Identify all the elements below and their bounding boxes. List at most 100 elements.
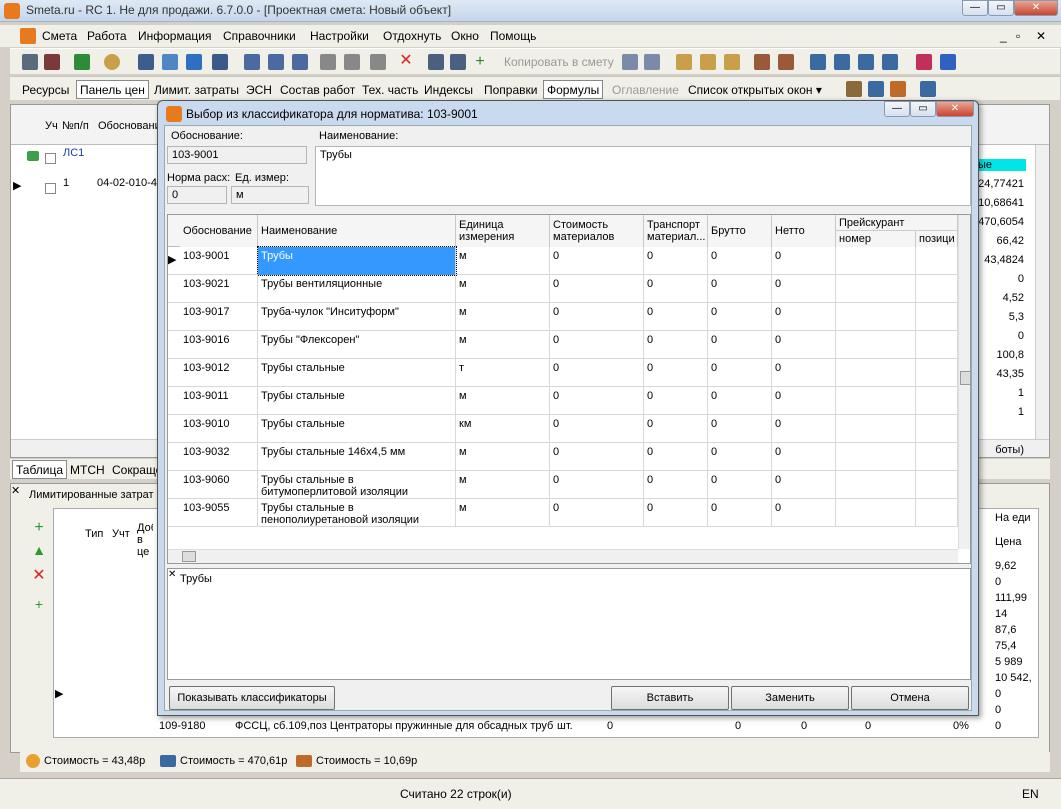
box-icon[interactable] — [344, 54, 360, 70]
list-icon[interactable] — [754, 54, 770, 70]
indent3-icon[interactable] — [292, 54, 308, 70]
cell-pnum[interactable] — [836, 415, 916, 443]
row-checkbox[interactable] — [45, 153, 56, 164]
cell-trans[interactable]: 0 — [644, 387, 708, 415]
last-row-name[interactable]: ФССЦ, сб.109,поз Центраторы пружинные дл… — [235, 720, 553, 732]
last-row-code[interactable]: 109-9180 — [159, 720, 206, 732]
name-field[interactable]: Трубы — [315, 146, 971, 206]
tab-contents[interactable]: Оглавление — [608, 80, 683, 99]
col-header-cost[interactable]: Стоимость материалов — [550, 215, 644, 247]
cell-pnum[interactable] — [836, 303, 916, 331]
last-row-unit[interactable]: шт. — [557, 720, 573, 732]
col-header-netto[interactable]: Нетто — [772, 215, 836, 247]
cell-ppos[interactable] — [916, 303, 958, 331]
row-code[interactable]: 04-02-010-4 — [97, 177, 157, 189]
doc-gray-icon[interactable] — [370, 54, 386, 70]
paste-icon[interactable] — [644, 54, 660, 70]
cell-unit[interactable]: м — [456, 499, 550, 527]
tab-limit-costs[interactable]: Лимит. затраты — [150, 80, 243, 99]
tab-open-windows[interactable]: Список открытых окон ▾ — [684, 80, 826, 99]
cell-code[interactable]: 103-9017 — [180, 303, 258, 331]
cell-ppos[interactable] — [916, 443, 958, 471]
table-row[interactable]: 103-9017 Труба-чулок "Инситуформ" м 0 0 0 0 — [168, 303, 958, 331]
tab-tech-part[interactable]: Тех. часть — [358, 80, 422, 99]
cell-brutto[interactable]: 0 — [708, 415, 772, 443]
mdi-minimize-button[interactable]: _ — [1000, 29, 1007, 43]
cell-brutto[interactable]: 0 — [708, 275, 772, 303]
copy-to-smeta-button[interactable]: Копировать в смету — [504, 55, 614, 69]
table-row[interactable]: 103-9016 Трубы "Флексорен" м 0 0 0 0 — [168, 331, 958, 359]
unit-field[interactable]: м — [231, 186, 309, 204]
tab-corrections[interactable]: Поправки — [480, 80, 541, 99]
cell-trans[interactable]: 0 — [644, 443, 708, 471]
save-icon[interactable] — [138, 54, 154, 70]
cell-name[interactable]: Трубы стальные — [258, 387, 456, 415]
col2-icon[interactable] — [700, 54, 716, 70]
cell-netto[interactable]: 0 — [772, 499, 836, 527]
align2-icon[interactable] — [834, 54, 850, 70]
table-row[interactable]: ▶ 103-9001 Трубы м 0 0 0 0 — [168, 246, 958, 276]
cell-ppos[interactable] — [916, 247, 958, 275]
cell-unit[interactable]: м — [456, 275, 550, 303]
cell-pnum[interactable] — [836, 471, 916, 499]
calc2-icon[interactable] — [450, 54, 466, 70]
norma-field[interactable]: 0 — [167, 186, 227, 204]
cell-unit[interactable]: м — [456, 331, 550, 359]
cell-trans[interactable]: 0 — [644, 331, 708, 359]
row-checkbox[interactable] — [45, 183, 56, 194]
memo-close-icon[interactable]: ✕ — [168, 569, 176, 580]
search-icon[interactable] — [104, 54, 120, 70]
cell-cost[interactable]: 0 — [550, 275, 644, 303]
table-row[interactable]: 103-9012 Трубы стальные т 0 0 0 0 — [168, 359, 958, 387]
cell-cost[interactable]: 0 — [550, 471, 644, 499]
cell-unit[interactable]: м — [456, 247, 550, 275]
cell-trans[interactable]: 0 — [644, 247, 708, 275]
cell-cost[interactable]: 0 — [550, 303, 644, 331]
cell-code[interactable]: 103-9016 — [180, 331, 258, 359]
minimize-button[interactable]: — — [962, 0, 988, 16]
cell-cost[interactable]: 0 — [550, 247, 644, 275]
col-header-pricelist[interactable]: Прейскурант — [836, 215, 958, 231]
cell-ppos[interactable] — [916, 471, 958, 499]
menu-okno[interactable]: Окно — [451, 29, 479, 43]
bricks-icon[interactable] — [890, 81, 906, 97]
cell-pnum[interactable] — [836, 499, 916, 527]
grid-h-scrollbar[interactable] — [168, 549, 958, 563]
align-icon[interactable] — [810, 54, 826, 70]
tab-table[interactable]: Таблица — [12, 460, 68, 479]
obosn-field[interactable]: 103-9001 — [167, 146, 307, 164]
cell-trans[interactable]: 0 — [644, 359, 708, 387]
tree-add-icon[interactable] — [44, 54, 60, 70]
cell-netto[interactable]: 0 — [772, 275, 836, 303]
cell-name[interactable]: Трубы — [257, 246, 457, 276]
delete-icon[interactable]: ✕ — [398, 53, 414, 69]
v-scrollbar[interactable] — [1035, 145, 1049, 439]
cell-brutto[interactable]: 0 — [708, 499, 772, 527]
menu-nastroiki[interactable]: Настройки — [310, 29, 369, 43]
cell-code[interactable]: 103-9060 — [180, 471, 258, 499]
cell-unit[interactable]: км — [456, 415, 550, 443]
cell-trans[interactable]: 0 — [644, 471, 708, 499]
table-row[interactable]: 103-9060 Трубы стальные в битумоперлитово… — [168, 471, 958, 499]
indent-icon[interactable] — [244, 54, 260, 70]
cell-pnum[interactable] — [836, 247, 916, 275]
col-header-transport[interactable]: Транспорт материал... — [644, 215, 708, 247]
cell-ppos[interactable] — [916, 331, 958, 359]
table-row[interactable]: 103-9032 Трубы стальные 146х4,5 мм м 0 0 0 0 — [168, 443, 958, 471]
cell-trans[interactable]: 0 — [644, 499, 708, 527]
h-scroll-thumb[interactable] — [182, 551, 196, 562]
cell-netto[interactable]: 0 — [772, 471, 836, 499]
cell-pnum[interactable] — [836, 275, 916, 303]
close-button[interactable]: ✕ — [1014, 0, 1058, 16]
calc-icon[interactable] — [428, 54, 444, 70]
col-header-unit[interactable]: Единица измерения — [456, 215, 550, 247]
cell-netto[interactable]: 0 — [772, 387, 836, 415]
menu-rabota[interactable]: Работа — [87, 29, 127, 43]
add-remove-icon[interactable]: + — [31, 596, 47, 612]
col-header-pricelist-pos[interactable]: позици — [916, 231, 958, 247]
cell-ppos[interactable] — [916, 415, 958, 443]
table-row[interactable]: 103-9011 Трубы стальные м 0 0 0 0 — [168, 387, 958, 415]
book-blue-icon[interactable] — [940, 54, 956, 70]
insert-button[interactable]: Вставить — [611, 686, 729, 710]
cell-code[interactable]: 103-9001 — [180, 247, 258, 275]
